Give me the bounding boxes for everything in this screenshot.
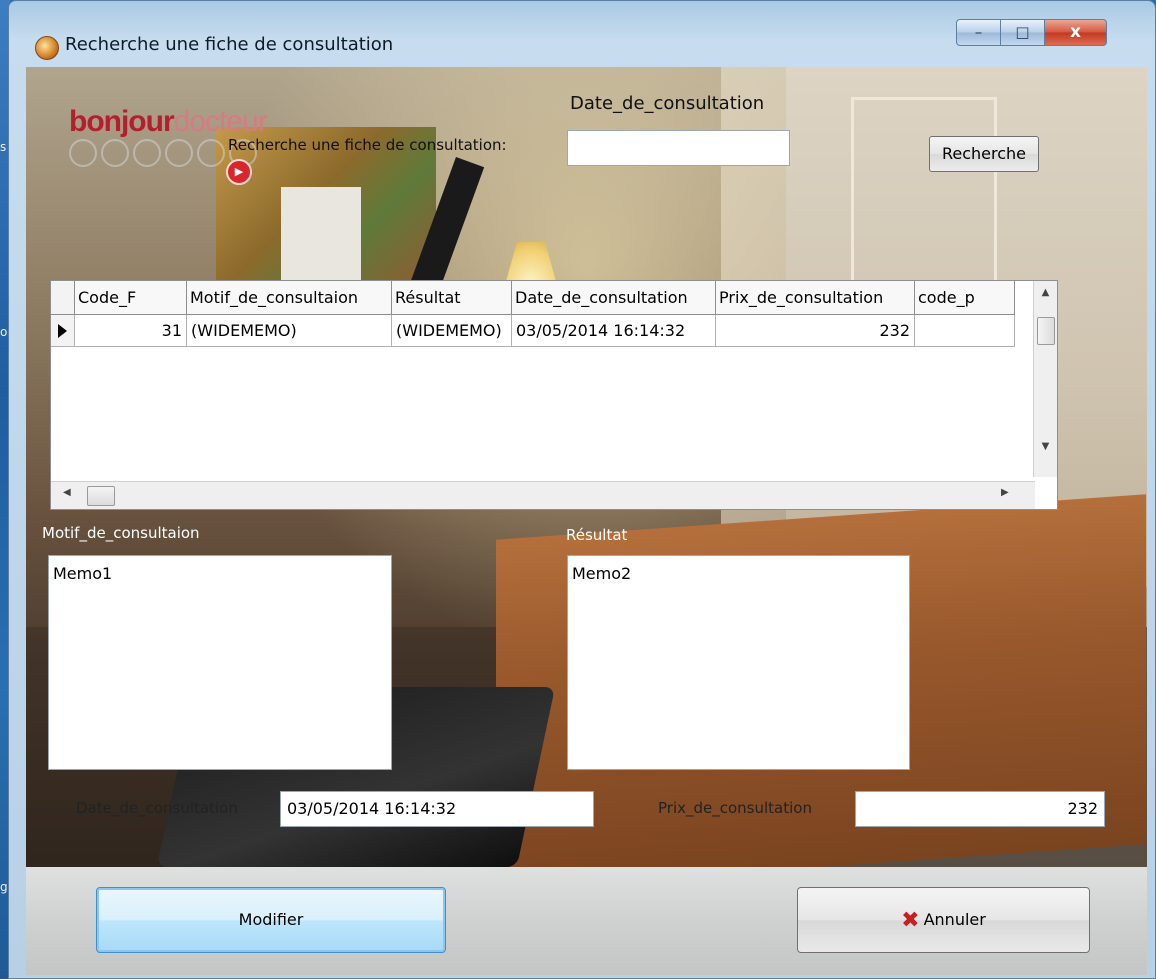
scroll-thumb[interactable] xyxy=(87,486,115,506)
search-input[interactable] xyxy=(567,130,790,166)
app-icon[interactable] xyxy=(35,36,59,60)
row-indicator-icon xyxy=(51,315,75,347)
close-icon: x xyxy=(1070,22,1081,42)
button-bar: Modifier ✖ Annuler xyxy=(26,867,1147,975)
maximize-icon: □ xyxy=(1015,23,1030,41)
scroll-down-icon[interactable]: ▼ xyxy=(1034,441,1057,452)
grid-corner xyxy=(51,281,75,315)
resultat-label: Résultat xyxy=(566,526,628,544)
date-label: Date_de_consultation xyxy=(76,799,238,817)
window-title: Recherche une fiche de consultation xyxy=(65,34,394,55)
column-header-date[interactable]: Date_de_consultation xyxy=(512,281,716,315)
maximize-button[interactable]: □ xyxy=(1000,19,1045,46)
search-label: Recherche une fiche de consultation: xyxy=(228,136,507,154)
prix-label: Prix_de_consultation xyxy=(658,799,812,817)
search-button[interactable]: Recherche xyxy=(929,136,1039,172)
resultat-memo[interactable]: Memo2 xyxy=(567,555,910,770)
title-bar[interactable]: Recherche une fiche de consultation – □ … xyxy=(9,1,1155,60)
table-row[interactable]: 31 (WIDEMEMO) (WIDEMEMO) 03/05/2014 16:1… xyxy=(51,315,1015,347)
annuler-button[interactable]: ✖ Annuler xyxy=(797,887,1090,953)
column-header-code-p[interactable]: code_p xyxy=(915,281,1015,315)
grid-header: Code_F Motif_de_consultaion Résultat Dat… xyxy=(51,281,1015,315)
modifier-button[interactable]: Modifier xyxy=(96,887,446,953)
scroll-up-icon[interactable]: ▲ xyxy=(1034,287,1057,298)
minimize-button[interactable]: – xyxy=(956,19,1001,46)
prix-field[interactable]: 232 xyxy=(855,791,1105,827)
scroll-left-icon[interactable]: ◀ xyxy=(63,487,71,498)
scroll-right-icon[interactable]: ▶ xyxy=(1001,487,1009,498)
column-header-prix[interactable]: Prix_de_consultation xyxy=(716,281,915,315)
cell-code-p[interactable] xyxy=(915,315,1015,347)
cell-code-f[interactable]: 31 xyxy=(75,315,187,347)
consultation-grid[interactable]: Code_F Motif_de_consultaion Résultat Dat… xyxy=(50,280,1058,510)
cell-date[interactable]: 03/05/2014 16:14:32 xyxy=(512,315,716,347)
cell-prix[interactable]: 232 xyxy=(716,315,915,347)
play-icon: ▶ xyxy=(226,159,252,185)
motif-memo[interactable]: Memo1 xyxy=(48,555,392,770)
form-client-area: bonjourdocteur ▶ Date_de_consultation Re… xyxy=(26,67,1147,867)
column-header-code-f[interactable]: Code_F xyxy=(75,281,187,315)
modifier-label: Modifier xyxy=(238,910,304,929)
column-header-resultat[interactable]: Résultat xyxy=(392,281,512,315)
horizontal-scrollbar[interactable]: ◀ ▶ xyxy=(51,481,1035,509)
cell-resultat[interactable]: (WIDEMEMO) xyxy=(392,315,512,347)
vertical-scrollbar[interactable]: ▲ ▼ xyxy=(1033,281,1057,477)
cancel-icon: ✖ xyxy=(901,908,920,933)
motif-label: Motif_de_consultaion xyxy=(42,524,200,542)
cell-motif[interactable]: (WIDEMEMO) xyxy=(187,315,392,347)
search-field-title: Date_de_consultation xyxy=(570,93,765,114)
column-header-motif[interactable]: Motif_de_consultaion xyxy=(187,281,392,315)
date-field[interactable]: 03/05/2014 16:14:32 xyxy=(280,791,594,827)
scroll-thumb[interactable] xyxy=(1037,317,1055,345)
logo-wordmark: bonjourdocteur xyxy=(69,105,268,138)
annuler-label: Annuler xyxy=(923,910,986,929)
close-button[interactable]: x xyxy=(1044,19,1107,46)
minimize-icon: – xyxy=(974,23,983,41)
